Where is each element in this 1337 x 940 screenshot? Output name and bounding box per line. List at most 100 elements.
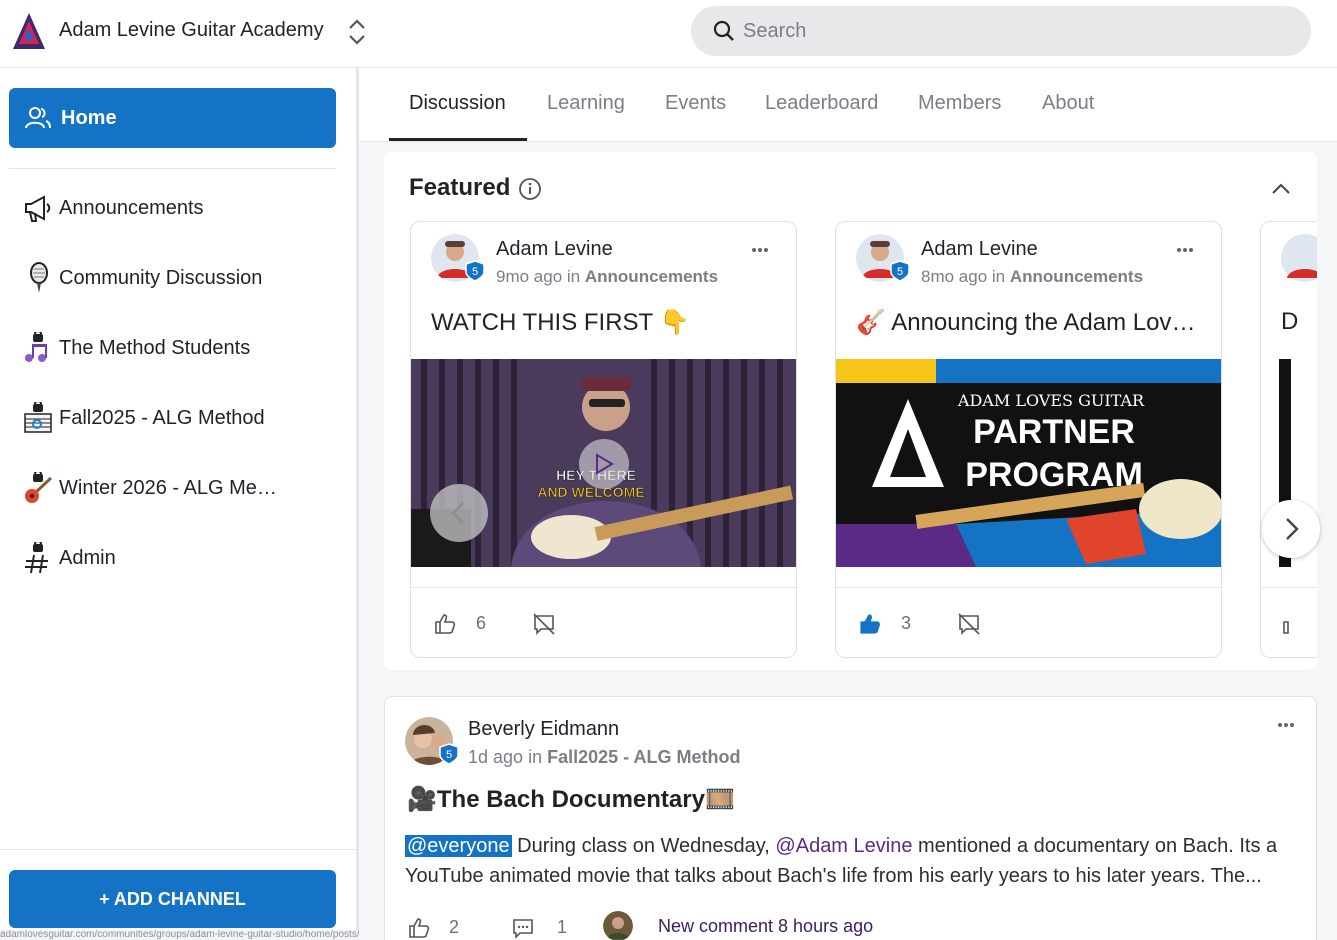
sidebar-item-community-discussion[interactable]: Community Discussion	[20, 256, 340, 300]
level-badge-icon: 5	[465, 260, 485, 282]
like-count: 3	[901, 613, 912, 633]
post-title[interactable]: 🎥The Bach Documentary🎞️	[407, 785, 735, 814]
community-name[interactable]: Adam Levine Guitar Academy	[59, 19, 324, 42]
thumbs-up-icon[interactable]	[407, 916, 431, 940]
comment-icon[interactable]	[511, 916, 535, 940]
info-icon[interactable]	[518, 177, 542, 201]
post-body[interactable]: @everyone During class on Wednesday, @Ad…	[405, 831, 1285, 891]
microphone-icon	[30, 262, 48, 293]
new-comment-link[interactable]: New comment 8 hours ago	[658, 916, 873, 937]
guitar-lock-icon	[25, 472, 53, 503]
comment-count: 1	[557, 917, 568, 937]
carousel-next-button[interactable]	[1262, 500, 1320, 558]
svg-text:5: 5	[446, 749, 452, 761]
carousel-prev-button[interactable]	[430, 484, 488, 542]
top-bar: Adam Levine Guitar Academy	[0, 0, 1337, 68]
search-icon	[713, 20, 734, 41]
tab-about[interactable]: About	[1042, 92, 1094, 115]
post-title[interactable]: 🎸 Announcing the Adam Loves Guitar Partn…	[856, 308, 1206, 337]
featured-post-card[interactable]: 5 Adam Levine 8mo ago in Announcements 🎸…	[835, 221, 1222, 658]
post-meta: 8mo ago in Announcements	[921, 267, 1143, 287]
tab-bar: Discussion Learning Events Leaderboard M…	[359, 68, 1337, 142]
divider	[1261, 587, 1317, 588]
post-meta: 9mo ago in Announcements	[496, 267, 718, 287]
svg-text:AND WELCOME: AND WELCOME	[537, 484, 644, 500]
post-image[interactable]: ADAM LOVES GUITAR PARTNER PROGRAM	[836, 359, 1221, 567]
comments-disabled-icon	[533, 613, 555, 635]
sidebar-item-the-method-students[interactable]: The Method Students	[20, 326, 340, 370]
channel-label: Announcements	[59, 197, 204, 219]
tab-discussion[interactable]: Discussion	[409, 92, 506, 115]
mention-user[interactable]: @Adam Levine	[775, 835, 912, 857]
tab-learning[interactable]: Learning	[547, 92, 625, 115]
post-card[interactable]: 5 Beverly Eidmann 1d ago in Fall2025 - A…	[384, 696, 1317, 940]
more-options-icon[interactable]	[750, 240, 770, 260]
like-count: 2	[449, 917, 460, 937]
more-options-icon[interactable]	[1175, 240, 1195, 260]
hashtag-lock-icon	[25, 542, 48, 574]
post-author[interactable]: Beverly Eidmann	[468, 718, 619, 741]
tab-members[interactable]: Members	[918, 92, 1001, 115]
sidebar-item-admin[interactable]: Admin	[20, 536, 340, 580]
megaphone-icon	[25, 195, 51, 222]
divider	[411, 587, 796, 588]
sidebar-item-fall2025-alg-method[interactable]: Fall2025 - ALG Method	[20, 396, 340, 440]
channel-label: The Method Students	[59, 337, 251, 359]
add-channel-button[interactable]: + ADD CHANNEL	[9, 870, 336, 928]
svg-text:5: 5	[472, 266, 478, 278]
sidebar-item-winter-2026-alg-method[interactable]: Winter 2026 - ALG Method	[20, 466, 340, 510]
post-channel[interactable]: Announcements	[1010, 267, 1143, 286]
main-content: Discussion Learning Events Leaderboard M…	[359, 68, 1337, 940]
svg-text:PARTNER: PARTNER	[973, 413, 1135, 451]
avatar	[1281, 234, 1317, 282]
search-bar[interactable]	[691, 6, 1311, 56]
channel-label: Fall2025 - ALG Method	[59, 407, 265, 429]
channel-label: Winter 2026 - ALG Method	[59, 477, 277, 499]
partner-program-banner: ADAM LOVES GUITAR PARTNER PROGRAM	[836, 359, 1221, 567]
divider	[836, 587, 1221, 588]
like-count: 6	[476, 613, 487, 633]
sheet-music-lock-icon	[24, 402, 52, 433]
channel-label: Admin	[59, 547, 116, 569]
chevron-up-icon[interactable]	[1270, 178, 1292, 200]
post-channel[interactable]: Announcements	[585, 267, 718, 286]
post-author[interactable]: Adam Levine	[921, 238, 1038, 261]
post-meta: 1d ago in Fall2025 - ALG Method	[468, 747, 740, 768]
tab-leaderboard[interactable]: Leaderboard	[765, 92, 878, 115]
comments-disabled-icon	[958, 613, 980, 635]
channel-label: Community Discussion	[59, 267, 263, 289]
post-time: 9mo ago	[496, 267, 563, 286]
featured-title: Featured	[409, 174, 511, 201]
post-in: in	[991, 267, 1006, 286]
thumbs-up-filled-icon[interactable]	[858, 612, 882, 636]
post-channel[interactable]: Fall2025 - ALG Method	[547, 747, 740, 767]
sidebar-item-home[interactable]: Home	[9, 88, 336, 148]
featured-post-card[interactable]: 5 Adam Levine 9mo ago in Announcements W…	[410, 221, 797, 658]
featured-post-card-partial[interactable]: D	[1260, 221, 1317, 658]
level-badge-icon: 5	[439, 743, 459, 765]
community-logo-icon[interactable]	[12, 12, 46, 50]
commenter-avatar[interactable]	[603, 911, 633, 940]
level-badge-icon: 5	[890, 260, 910, 282]
post-in: in	[528, 747, 543, 767]
thumbs-up-icon[interactable]	[433, 612, 457, 636]
divider	[9, 168, 336, 169]
sidebar-item-announcements[interactable]: Announcements	[20, 186, 340, 230]
post-title[interactable]: WATCH THIS FIRST 👇	[431, 308, 689, 337]
search-input[interactable]	[743, 16, 1283, 46]
svg-text:5: 5	[897, 266, 903, 278]
svg-text:ADAM LOVES GUITAR: ADAM LOVES GUITAR	[957, 391, 1145, 410]
sidebar: Home Announcements Community Discussion	[0, 68, 356, 940]
divider	[0, 849, 356, 850]
active-tab-indicator	[389, 138, 527, 141]
more-options-icon[interactable]	[1276, 715, 1296, 735]
post-title: D	[1281, 308, 1299, 335]
thumbs-up-icon	[1283, 621, 1289, 634]
mention-everyone[interactable]: @everyone	[405, 835, 512, 857]
post-time: 8mo ago	[921, 267, 988, 286]
post-author[interactable]: Adam Levine	[496, 238, 613, 261]
post-in: in	[566, 267, 581, 286]
music-notes-lock-icon	[25, 332, 47, 362]
tab-events[interactable]: Events	[665, 92, 726, 115]
switch-community-icon[interactable]	[346, 18, 368, 46]
